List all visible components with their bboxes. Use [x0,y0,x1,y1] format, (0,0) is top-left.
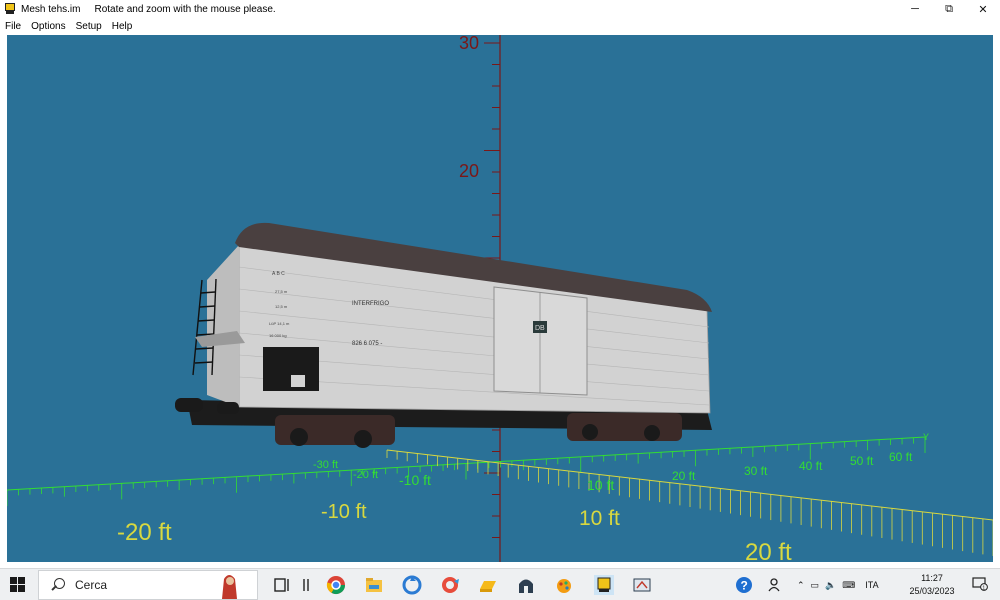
keyboard-icon[interactable]: ⌨ [842,580,855,591]
app-window: Mesh tehs.im Rotate and zoom with the mo… [0,0,1000,600]
yellow-axis-label: 10 ft [579,507,620,530]
yellow-axis-ticks [386,450,993,556]
vertical-label-30: 30 [459,35,479,53]
widget-divider-icon[interactable] [296,575,316,595]
onedrive-folder-icon[interactable] [478,575,498,595]
green-axis-label: 30 ft [744,464,768,478]
menu-options[interactable]: Options [26,21,70,32]
sync-app-icon[interactable] [402,575,422,595]
menu-setup[interactable]: Setup [71,21,107,32]
mesh-tool-icon[interactable] [632,575,652,595]
yellow-axis-label: -10 ft [321,501,367,523]
menu-help[interactable]: Help [107,21,138,32]
wagon-panel-window [291,375,305,387]
wagon-brand: INTERFRIGO [352,301,389,307]
green-axis-label: -10 ft [399,472,431,488]
ccleaner-icon[interactable] [440,575,460,595]
green-axis-label: -20 ft [353,469,378,481]
file-explorer-icon[interactable] [364,575,384,595]
search-highlight-icon[interactable] [214,571,244,599]
minimize-button[interactable]: ─ [898,0,932,18]
green-axis-label: 10 ft [587,477,614,493]
wagon-mark-2: 27,5 m [275,289,288,294]
close-button[interactable]: ✕ [966,0,1000,18]
notification-center-icon[interactable]: 1 [972,577,988,591]
clock[interactable]: 11:27 25/03/2023 [904,572,960,598]
yellow-axis-label: -20 ft [117,519,172,546]
system-tray: ⌃ ▭ 🔈 ⌨ ITA [797,569,879,600]
clock-time: 11:27 [921,573,943,583]
vertical-label-20: 20 [459,161,479,181]
task-view-icon[interactable] [272,575,292,595]
wagon-number: 826 6 075 - [352,341,382,347]
green-axis-label: 20 ft [672,469,696,483]
language-indicator[interactable]: ITA [865,580,878,590]
wagon-end [207,245,239,407]
buffer-left [175,398,203,412]
title-bar[interactable]: Mesh tehs.im Rotate and zoom with the mo… [0,0,1000,18]
scene-svg: 30 20 Y DB INTERFRIGO 826 6 075 - A B C … [7,35,993,562]
svg-text:?: ? [741,579,748,593]
yellow-axis-labels: -20 ft -10 ft 10 ft 20 ft [117,501,792,562]
menu-file[interactable]: File [0,21,26,32]
notification-count: 1 [982,585,985,591]
green-axis-label: -30 ft [313,459,338,471]
3d-viewport[interactable]: 30 20 Y DB INTERFRIGO 826 6 075 - A B C … [7,35,993,562]
people-icon[interactable] [766,575,786,595]
green-axis-label: 60 ft [889,450,913,464]
yellow-axis-label: 20 ft [745,539,792,562]
wagon-mark-4: LüP 14,1 m [269,321,290,326]
help-icon[interactable]: ? [734,575,754,595]
search-icon [51,578,65,592]
clock-date: 25/03/2023 [909,586,955,596]
wagon-mark-5: 16 000 kg [269,333,287,338]
green-axis-ticks [7,437,926,506]
restore-button[interactable]: ⧉ [932,0,966,18]
green-axis-label: 40 ft [799,459,823,473]
green-axis-labels: -30 ft -20 ft -10 ft 10 ft 20 ft 30 ft 40 ft 50… [313,450,913,493]
chevron-up-icon[interactable]: ⌃ [797,580,805,591]
window-subtitle: Rotate and zoom with the mouse please. [94,3,276,15]
windows-start-icon[interactable] [10,577,26,593]
app-train-icon [5,3,15,15]
network-icon[interactable]: ▭ [811,580,820,591]
window-title: Mesh tehs.im [21,3,81,15]
db-logo-text: DB [535,325,545,332]
volume-icon[interactable]: 🔈 [825,580,836,591]
paint-app-icon[interactable] [554,575,574,595]
buffer-right [217,402,239,414]
refrigerator-wagon[interactable]: DB INTERFRIGO 826 6 075 - A B C 27,5 m 1… [175,222,712,448]
window-controls: ─ ⧉ ✕ [898,0,1000,18]
wagon-door [493,286,588,396]
wagon-mark-1: A B C [272,271,285,277]
green-axis-end-label: Y [923,432,929,442]
taskbar: Cerca ? ⌃ ▭ 🔈 ⌨ ITA 11:27 25/03/2023 1 [0,568,1000,600]
tunnel-app-icon[interactable] [516,575,536,595]
chrome-icon[interactable] [326,575,346,595]
green-axis-label: 50 ft [850,454,874,468]
search-placeholder: Cerca [75,578,108,592]
wagon-mark-3: 12,5 m [275,304,288,309]
menu-bar: File Options Setup Help [0,18,1000,34]
train-simulator-icon[interactable] [594,575,614,595]
